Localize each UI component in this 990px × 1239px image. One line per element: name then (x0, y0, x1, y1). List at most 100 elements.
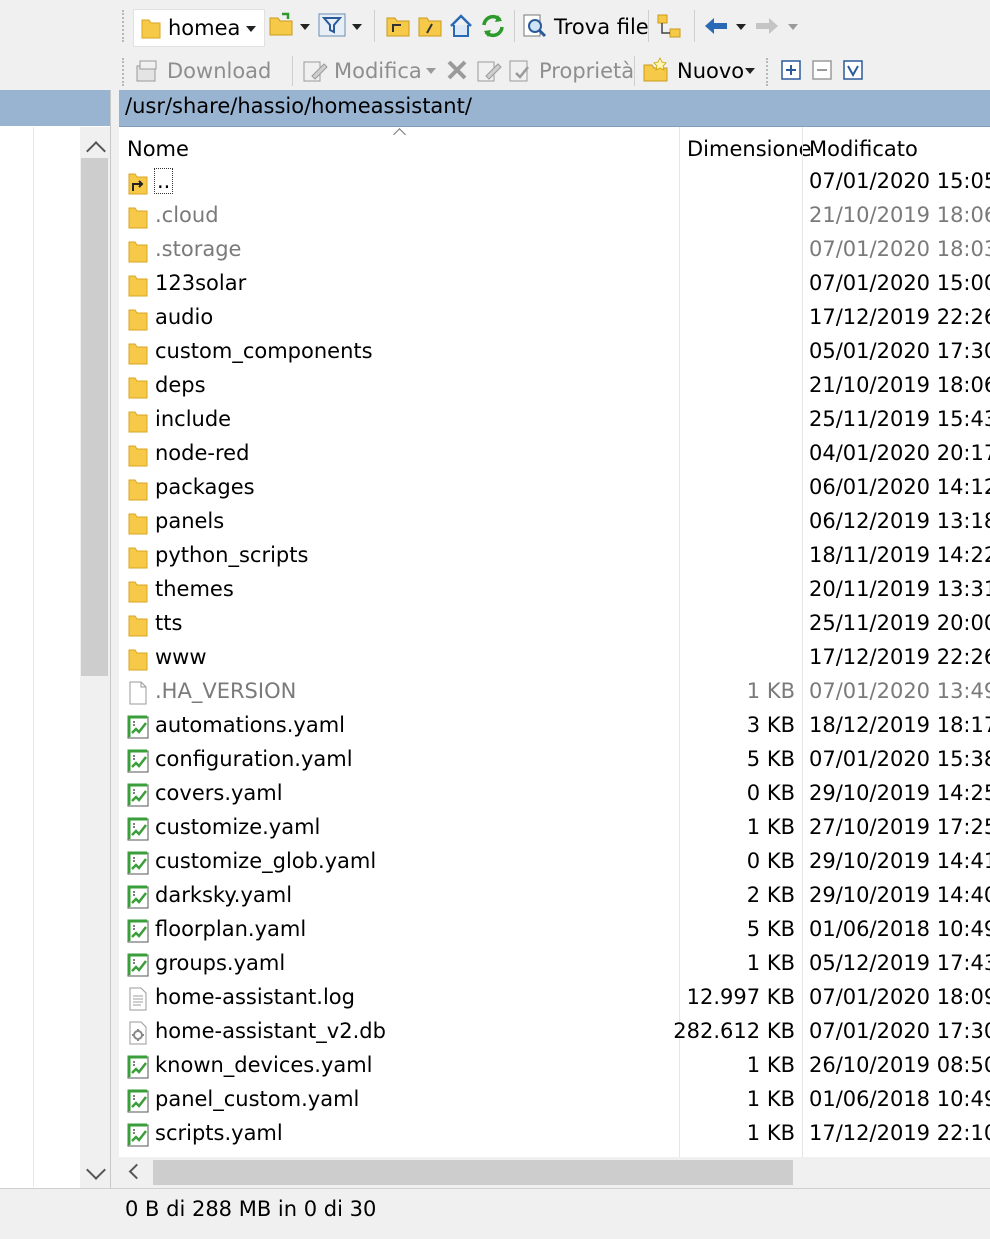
refresh-icon[interactable] (479, 12, 507, 40)
chevron-down-icon[interactable] (300, 24, 310, 30)
file-name: panels (155, 509, 225, 533)
chevron-down-icon[interactable] (246, 26, 256, 32)
file-row[interactable]: packages 06/01/2020 14:12:22 (119, 473, 990, 507)
filter-icon[interactable] (318, 12, 346, 38)
file-modified: 29/10/2019 14:40:12 (809, 883, 990, 907)
file-row[interactable]: covers.yaml 0 KB 29/10/2019 14:25:31 (119, 779, 990, 813)
file-row[interactable]: customize.yaml 1 KB 27/10/2019 17:25:00 (119, 813, 990, 847)
file-size: 5 KB (746, 917, 795, 941)
select-filter-icon[interactable] (842, 59, 864, 81)
file-modified: 06/12/2019 13:18:41 (809, 509, 990, 533)
file-name: deps (155, 373, 206, 397)
file-row[interactable]: tts 25/11/2019 20:00:01 (119, 609, 990, 643)
file-row[interactable]: home-assistant.log 12.997 KB 07/01/2020 18… (119, 983, 990, 1017)
chevron-down-icon[interactable] (736, 24, 746, 30)
properties-icon[interactable] (507, 58, 533, 84)
drive-selector[interactable]: homea (133, 9, 265, 47)
file-row[interactable]: .HA_VERSION 1 KB 07/01/2020 13:49:38 (119, 677, 990, 711)
column-header-modified[interactable]: Modificato (809, 127, 918, 167)
file-name: scripts.yaml (155, 1121, 283, 1145)
folder-icon (128, 309, 148, 331)
new-button[interactable]: Nuovo (677, 58, 744, 84)
file-row[interactable]: scripts.yaml 1 KB 17/12/2019 22:10:25 (119, 1119, 990, 1153)
scroll-down-icon[interactable] (86, 1160, 106, 1180)
file-size: 1 KB (746, 1053, 795, 1077)
file-row[interactable]: www 17/12/2019 22:26:44 (119, 643, 990, 677)
scroll-left-icon[interactable] (128, 1163, 145, 1180)
file-row[interactable]: include 25/11/2019 15:43:20 (119, 405, 990, 439)
file-row[interactable]: panel_custom.yaml 1 KB 01/06/2018 10:49:18 (119, 1085, 990, 1119)
file-row[interactable]: groups.yaml 1 KB 05/12/2019 17:43:14 (119, 949, 990, 983)
file-row[interactable]: home-assistant_v2.db 282.612 KB 07/01/2020… (119, 1017, 990, 1051)
tree-view-icon[interactable] (656, 13, 684, 41)
file-row[interactable]: panels 06/12/2019 13:18:41 (119, 507, 990, 541)
tree-scrollbar-thumb[interactable] (81, 158, 108, 676)
file-row[interactable]: themes 20/11/2019 13:31:00 (119, 575, 990, 609)
file-name: custom_components (155, 339, 373, 363)
file-list-pane[interactable]: Nome Dimensione Modificato .. 07/01/2020 … (119, 127, 990, 1188)
file-row[interactable]: node-red 04/01/2020 20:17:24 (119, 439, 990, 473)
rename-icon[interactable] (476, 58, 502, 84)
toolbar-grip[interactable] (122, 58, 128, 86)
yaml-file-icon (127, 851, 149, 875)
file-modified: 18/12/2019 18:17:10 (809, 713, 990, 737)
yaml-file-icon (127, 1055, 149, 1079)
file-row[interactable]: .. 07/01/2020 15:05:01 (119, 167, 990, 201)
file-size: 1 KB (746, 1121, 795, 1145)
path-bar[interactable]: /usr/share/hassio/homeassistant/ (119, 90, 990, 127)
chevron-down-icon[interactable] (352, 24, 362, 30)
delete-icon[interactable] (446, 59, 468, 81)
file-modified: 07/01/2020 15:38:00 (809, 747, 990, 771)
horizontal-scrollbar-thumb[interactable] (153, 1160, 793, 1185)
toolbar-grip[interactable] (766, 58, 772, 86)
toolbar-grip[interactable] (122, 10, 128, 42)
chevron-down-icon[interactable] (788, 24, 798, 30)
file-row[interactable]: known_devices.yaml 1 KB 26/10/2019 08:50:1… (119, 1051, 990, 1085)
home-icon[interactable] (448, 13, 474, 39)
file-name: .storage (155, 237, 242, 261)
file-row[interactable]: .storage 07/01/2020 18:03:54 (119, 235, 990, 269)
chevron-down-icon[interactable] (745, 68, 755, 74)
file-size: 2 KB (746, 883, 795, 907)
file-row[interactable]: .cloud 21/10/2019 18:06:22 (119, 201, 990, 235)
sort-indicator-icon (393, 128, 406, 141)
chevron-down-icon[interactable] (426, 68, 436, 74)
properties-button[interactable]: Proprietà (539, 58, 634, 84)
collapse-all-icon[interactable] (811, 59, 833, 81)
edit-icon[interactable] (302, 58, 328, 84)
current-path[interactable]: /usr/share/hassio/homeassistant/ (125, 94, 472, 118)
parent-folder-icon[interactable] (385, 14, 411, 38)
file-row[interactable]: darksky.yaml 2 KB 29/10/2019 14:40:12 (119, 881, 990, 915)
expand-all-icon[interactable] (780, 59, 802, 81)
file-row[interactable]: audio 17/12/2019 22:26:22 (119, 303, 990, 337)
root-folder-icon[interactable] (417, 14, 443, 38)
edit-button[interactable]: Modifica (334, 58, 422, 84)
yaml-file-icon (127, 1089, 149, 1113)
file-modified: 21/10/2019 18:06:02 (809, 373, 990, 397)
find-file-icon[interactable] (522, 13, 548, 39)
file-row[interactable]: 123solar 07/01/2020 15:00:20 (119, 269, 990, 303)
file-size: 5 KB (746, 747, 795, 771)
column-header-name[interactable]: Nome (127, 127, 189, 167)
file-row[interactable]: custom_components 05/01/2020 17:30:57 (119, 337, 990, 371)
file-row[interactable]: configuration.yaml 5 KB 07/01/2020 15:38:0… (119, 745, 990, 779)
file-modified: 17/12/2019 22:26:22 (809, 305, 990, 329)
file-row[interactable]: python_scripts 18/11/2019 14:22:17 (119, 541, 990, 575)
download-icon[interactable] (134, 58, 160, 84)
column-header-size[interactable]: Dimensione (687, 127, 812, 167)
file-row[interactable]: automations.yaml 3 KB 18/12/2019 18:17:10 (119, 711, 990, 745)
new-folder-icon[interactable] (642, 56, 670, 84)
file-row[interactable]: floorplan.yaml 5 KB 01/06/2018 10:49:18 (119, 915, 990, 949)
forward-arrow-icon[interactable] (754, 16, 780, 36)
file-size: 282.612 KB (673, 1019, 795, 1043)
file-row[interactable]: customize_glob.yaml 0 KB 29/10/2019 14:41:… (119, 847, 990, 881)
tree-guide-line (33, 127, 34, 1187)
download-button[interactable]: Download (167, 58, 271, 84)
open-folder-icon[interactable] (268, 12, 296, 38)
horizontal-scrollbar[interactable] (119, 1157, 990, 1188)
yaml-file-icon (127, 749, 149, 773)
file-name: home-assistant.log (155, 985, 355, 1009)
file-row[interactable]: deps 21/10/2019 18:06:02 (119, 371, 990, 405)
find-file-button[interactable]: Trova file (554, 14, 649, 40)
back-arrow-icon[interactable] (703, 16, 729, 36)
